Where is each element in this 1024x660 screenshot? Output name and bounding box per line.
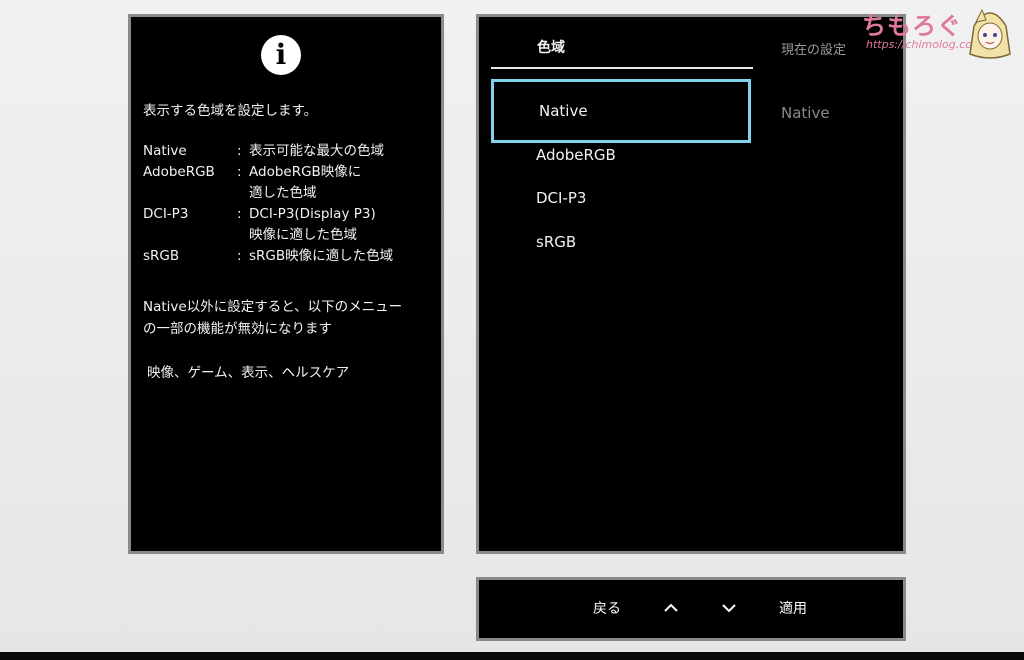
chevron-down-icon[interactable] xyxy=(721,600,737,616)
info-item-desc: 映像に適した色域 xyxy=(249,227,357,243)
option-dci-p3[interactable]: DCI-P3 xyxy=(491,186,751,210)
info-item-sep: : xyxy=(237,143,242,159)
tab-underline xyxy=(491,67,753,69)
info-row-dcip3-cont: 映像に適した色域 xyxy=(143,225,393,246)
back-button[interactable]: 戻る xyxy=(593,580,621,638)
info-list: Native : 表示可能な最大の色域 AdobeRGB : AdobeRGB映… xyxy=(143,141,393,267)
info-note-line1: Native以外に設定すると、以下のメニュー xyxy=(143,299,403,315)
option-adobergb[interactable]: AdobeRGB xyxy=(491,143,751,167)
info-panel: i 表示する色域を設定します。 Native : 表示可能な最大の色域 Adob… xyxy=(128,14,444,554)
mascot-icon xyxy=(969,8,1011,59)
info-item-name: Native xyxy=(143,143,187,159)
info-item-desc: AdobeRGB映像に xyxy=(249,164,362,180)
info-row-native: Native : 表示可能な最大の色域 xyxy=(143,141,393,162)
info-note-line2: の一部の機能が無効になります xyxy=(143,321,332,337)
info-item-name: DCI-P3 xyxy=(143,206,189,222)
info-item-desc: DCI-P3(Display P3) xyxy=(249,206,376,222)
chevron-up-icon[interactable] xyxy=(663,600,679,616)
info-item-desc: 適した色域 xyxy=(249,185,317,201)
option-native[interactable]: Native xyxy=(491,79,751,143)
option-srgb[interactable]: sRGB xyxy=(491,230,751,254)
info-row-adobergb-cont: 適した色域 xyxy=(143,183,393,204)
info-item-desc: sRGB映像に適した色域 xyxy=(249,248,394,264)
info-affected-menus: 映像、ゲーム、表示、ヘルスケア xyxy=(147,365,350,381)
info-intro: 表示する色域を設定します。 xyxy=(143,103,318,119)
apply-button[interactable]: 適用 xyxy=(779,580,807,638)
watermark-title: ちもろぐ xyxy=(862,12,962,40)
tab-color-gamut[interactable]: 色域 xyxy=(537,37,565,57)
info-icon: i xyxy=(261,35,301,75)
nav-bar: 戻る 適用 xyxy=(476,577,906,641)
info-row-srgb: sRGB : sRGB映像に適した色域 xyxy=(143,246,393,267)
info-item-name: sRGB xyxy=(143,248,180,264)
info-row-dcip3: DCI-P3 : DCI-P3(Display P3) xyxy=(143,204,393,225)
info-row-adobergb: AdobeRGB : AdobeRGB映像に xyxy=(143,162,393,183)
info-item-sep: : xyxy=(237,164,242,180)
menu-panel: 色域 現在の設定 Native AdobeRGB DCI-P3 sRGB Nat… xyxy=(476,14,906,554)
info-item-name: AdobeRGB xyxy=(143,164,215,180)
current-setting-value: Native xyxy=(781,104,830,122)
monitor-bezel xyxy=(0,652,1024,660)
info-item-sep: : xyxy=(237,206,242,222)
info-item-sep: : xyxy=(237,248,242,264)
watermark-url: https://chimolog.co/ xyxy=(866,38,976,51)
info-item-desc: 表示可能な最大の色域 xyxy=(249,143,384,159)
watermark: ちもろぐ https://chimolog.co/ xyxy=(826,4,1016,64)
